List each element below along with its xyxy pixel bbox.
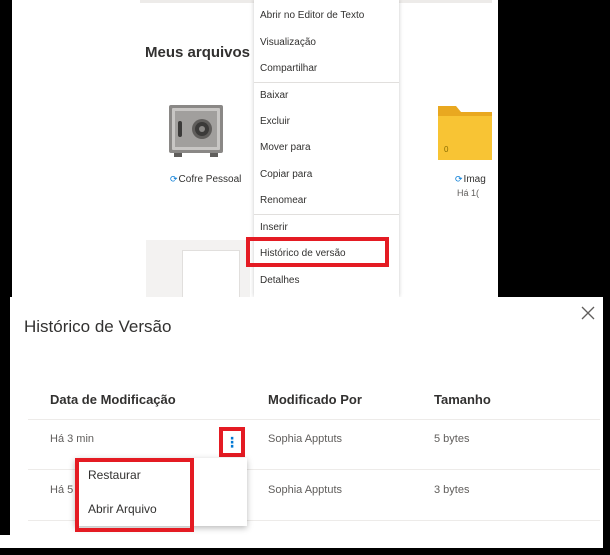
folder-item-count: 0 [444, 145, 449, 154]
column-header-modified-by[interactable]: Modificado Por [268, 392, 362, 407]
menu-item-baixar[interactable]: Baixar [254, 84, 399, 108]
column-header-date[interactable]: Data de Modificação [50, 392, 176, 407]
menu-item-renomear[interactable]: Renomear [254, 189, 399, 213]
close-icon [581, 306, 595, 320]
sync-icon: ⟳ [455, 174, 463, 184]
tile-label-cofre[interactable]: ⟳Cofre Pessoal [170, 174, 241, 185]
tile-label-imagens[interactable]: ⟳Imag [455, 174, 486, 185]
safe-icon[interactable] [168, 103, 224, 159]
document-thumbnail[interactable] [146, 240, 250, 297]
menu-item-compartilhar[interactable]: Compartilhar [254, 57, 399, 81]
menu-item-visualizacao[interactable]: Visualização [254, 31, 399, 55]
menu-item-abrir-editor[interactable]: Abrir no Editor de Texto [254, 4, 399, 28]
row-1-size: 5 bytes [434, 433, 470, 445]
row-2-date: Há 5 [50, 484, 74, 496]
sync-icon: ⟳ [170, 174, 178, 184]
highlight-box-historico [246, 237, 389, 267]
menu-item-excluir[interactable]: Excluir [254, 110, 399, 134]
panel-title: Histórico de Versão [24, 317, 172, 336]
row-1-modified-by: Sophia Apptuts [268, 433, 343, 445]
row-divider [28, 419, 600, 420]
menu-item-mover-para[interactable]: Mover para [254, 136, 399, 160]
column-header-size[interactable]: Tamanho [434, 392, 491, 407]
menu-separator [254, 214, 399, 215]
menu-separator [254, 82, 399, 83]
more-vertical-icon: ⋮ [225, 434, 239, 450]
frame-border [603, 297, 610, 555]
more-options-button[interactable]: ⋮ [219, 427, 245, 457]
close-button[interactable] [576, 301, 600, 325]
version-history-panel: Histórico de Versão Data de Modificação … [0, 297, 610, 555]
files-screenshot: Meus arquivos ⟳Cofre Pessoal 0 ⟳Imag Há … [0, 0, 610, 297]
menu-item-copiar-para[interactable]: Copiar para [254, 163, 399, 187]
row-2-modified-by: Sophia Apptuts [268, 484, 343, 496]
highlight-box-row-menu [75, 458, 194, 532]
row-2-size: 3 bytes [434, 484, 470, 496]
section-title: Meus arquivos [145, 44, 251, 61]
menu-item-detalhes[interactable]: Detalhes [254, 269, 399, 293]
row-1-date: Há 3 min [50, 433, 95, 445]
tile-modified: Há 1( [457, 188, 480, 198]
frame-border [0, 297, 10, 535]
frame-border [0, 548, 610, 555]
